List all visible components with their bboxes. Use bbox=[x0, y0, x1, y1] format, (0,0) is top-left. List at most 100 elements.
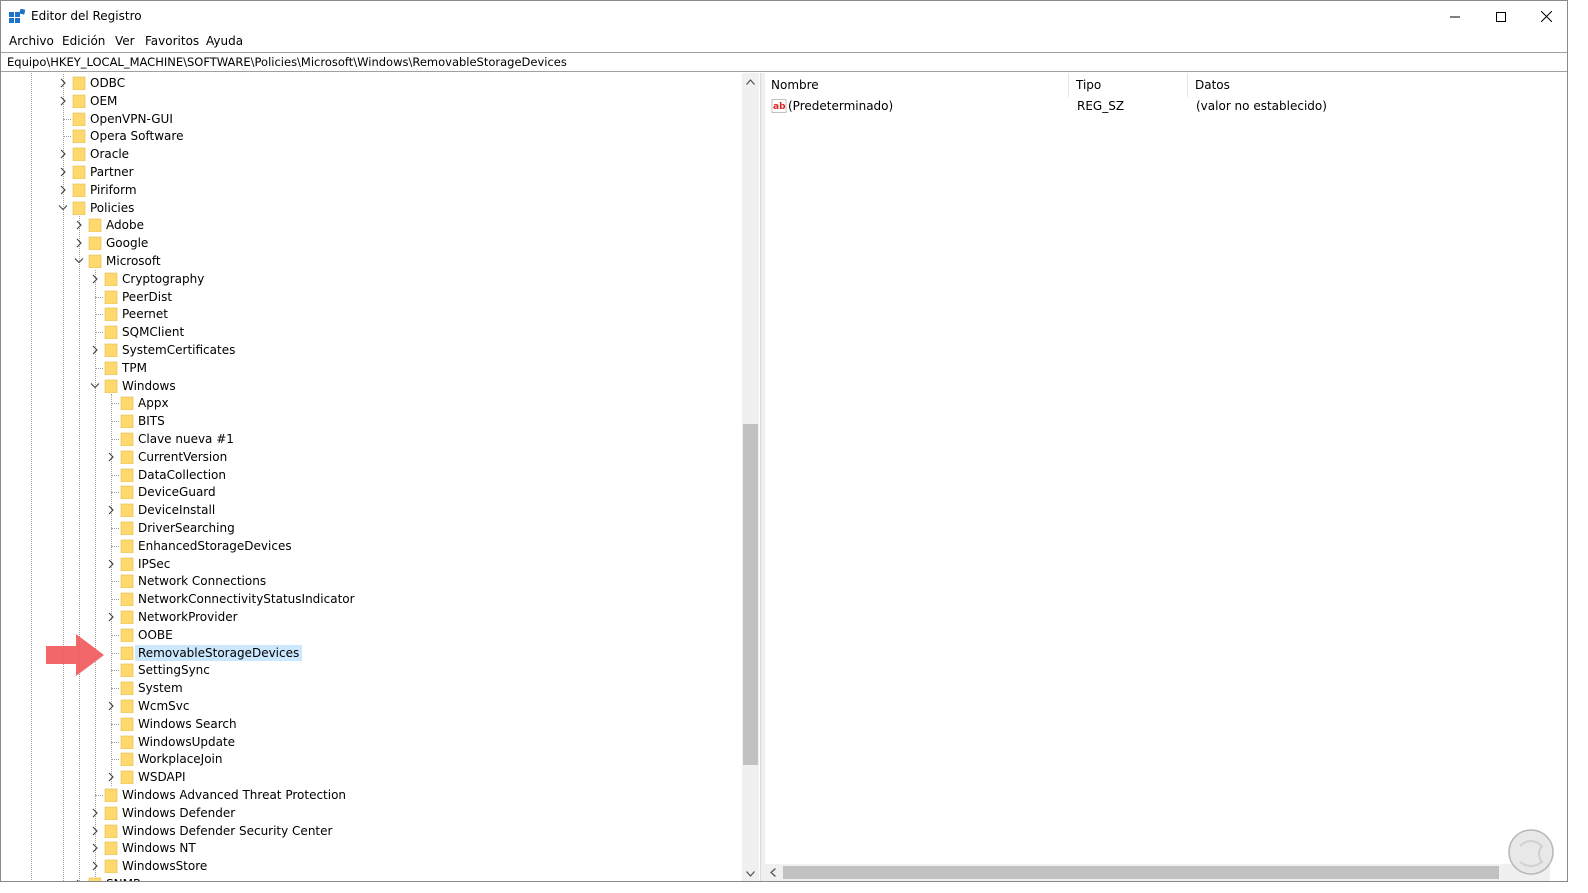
tree-node[interactable]: DeviceInstall bbox=[1, 501, 741, 519]
menu-favoritos[interactable]: Favoritos bbox=[145, 34, 199, 48]
tree-vertical-scrollbar[interactable] bbox=[742, 73, 759, 881]
tree-node-label[interactable]: IPSec bbox=[135, 556, 173, 572]
tree-node[interactable]: WindowsUpdate bbox=[1, 733, 741, 751]
tree-node-label[interactable]: OEM bbox=[87, 93, 120, 109]
scroll-down-button[interactable] bbox=[742, 865, 759, 881]
tree-node-label[interactable]: BITS bbox=[135, 413, 168, 429]
tree-node-label[interactable]: SystemCertificates bbox=[119, 342, 238, 358]
chevron-right-icon[interactable] bbox=[106, 771, 116, 783]
tree-node-label[interactable]: WindowsUpdate bbox=[135, 734, 238, 750]
tree-node[interactable]: DataCollection bbox=[1, 466, 741, 484]
tree-node-label[interactable]: Windows Defender Security Center bbox=[119, 823, 335, 839]
tree-node[interactable]: BITS bbox=[1, 412, 741, 430]
tree-node[interactable]: Windows Defender bbox=[1, 804, 741, 822]
menu-archivo[interactable]: Archivo bbox=[9, 34, 54, 48]
tree-node-label[interactable]: Partner bbox=[87, 164, 137, 180]
tree-node-label[interactable]: DeviceGuard bbox=[135, 484, 219, 500]
tree-node-label[interactable]: Cryptography bbox=[119, 271, 207, 287]
tree-node[interactable]: SQMClient bbox=[1, 323, 741, 341]
column-header-datos[interactable]: Datos bbox=[1189, 73, 1559, 97]
tree-node-label[interactable]: Windows NT bbox=[119, 840, 199, 856]
chevron-right-icon[interactable] bbox=[74, 237, 84, 249]
tree-node[interactable]: TPM bbox=[1, 359, 741, 377]
chevron-right-icon[interactable] bbox=[58, 77, 68, 89]
tree-node[interactable]: NetworkProvider bbox=[1, 608, 741, 626]
tree-node-label[interactable]: WSDAPI bbox=[135, 769, 189, 785]
chevron-down-icon[interactable] bbox=[74, 255, 84, 267]
tree-node[interactable]: DeviceGuard bbox=[1, 483, 741, 501]
tree-node-label[interactable]: OOBE bbox=[135, 627, 176, 643]
tree-node[interactable]: Microsoft bbox=[1, 252, 741, 270]
tree-node[interactable]: Cryptography bbox=[1, 270, 741, 288]
tree-node-label[interactable]: EnhancedStorageDevices bbox=[135, 538, 295, 554]
tree-node-label[interactable]: WcmSvc bbox=[135, 698, 192, 714]
menu-ver[interactable]: Ver bbox=[115, 34, 135, 48]
tree-node[interactable]: Windows NT bbox=[1, 839, 741, 857]
chevron-right-icon[interactable] bbox=[90, 273, 100, 285]
value-name[interactable]: (Predeterminado) bbox=[788, 99, 893, 113]
tree-node-label[interactable]: Google bbox=[103, 235, 151, 251]
tree-node-label-selected[interactable]: RemovableStorageDevices bbox=[135, 644, 303, 661]
tree-node-label[interactable]: CurrentVersion bbox=[135, 449, 230, 465]
tree-node-label[interactable]: SQMClient bbox=[119, 324, 187, 340]
tree-node-label[interactable]: SNMP bbox=[103, 876, 143, 881]
tree-node-label[interactable]: Windows Advanced Threat Protection bbox=[119, 787, 349, 803]
chevron-right-icon[interactable] bbox=[106, 504, 116, 516]
tree-node[interactable]: Policies bbox=[1, 199, 741, 217]
tree-node-label[interactable]: Clave nueva #1 bbox=[135, 431, 237, 447]
tree-node[interactable]: Opera Software bbox=[1, 127, 741, 145]
title-bar[interactable]: Editor del Registro bbox=[1, 1, 1567, 32]
scroll-up-button[interactable] bbox=[742, 73, 759, 90]
tree-node-label[interactable]: Piriform bbox=[87, 182, 140, 198]
tree-node[interactable]: Clave nueva #1 bbox=[1, 430, 741, 448]
chevron-right-icon[interactable] bbox=[58, 166, 68, 178]
tree-node[interactable]: Windows Defender Security Center bbox=[1, 822, 741, 840]
tree-node-label[interactable]: Peernet bbox=[119, 306, 171, 322]
tree-node[interactable]: EnhancedStorageDevices bbox=[1, 537, 741, 555]
tree-node[interactable]: Windows Search bbox=[1, 715, 741, 733]
chevron-right-icon[interactable] bbox=[106, 700, 116, 712]
tree-node-label[interactable]: System bbox=[135, 680, 186, 696]
tree-node[interactable]: OEM bbox=[1, 92, 741, 110]
tree-node-label[interactable]: Policies bbox=[87, 200, 137, 216]
tree-node[interactable]: Oracle bbox=[1, 145, 741, 163]
tree-node[interactable]: WorkplaceJoin bbox=[1, 750, 741, 768]
tree-node-label[interactable]: Oracle bbox=[87, 146, 132, 162]
chevron-right-icon[interactable] bbox=[90, 825, 100, 837]
tree-node-label[interactable]: PeerDist bbox=[119, 289, 175, 305]
tree-node[interactable]: WSDAPI bbox=[1, 768, 741, 786]
tree-node-label[interactable]: Network Connections bbox=[135, 573, 269, 589]
key-tree[interactable]: ODBC OEM OpenVPN-GUI Opera Software Oracle Pa… bbox=[1, 73, 760, 882]
tree-node[interactable]: WcmSvc bbox=[1, 697, 741, 715]
tree-node-label[interactable]: ODBC bbox=[87, 75, 128, 91]
tree-node[interactable]: WindowsStore bbox=[1, 857, 741, 875]
address-bar[interactable]: Equipo\HKEY_LOCAL_MACHINE\SOFTWARE\Polic… bbox=[1, 52, 1567, 72]
chevron-right-icon[interactable] bbox=[74, 878, 84, 882]
tree-node-label[interactable]: Microsoft bbox=[103, 253, 164, 269]
tree-node[interactable]: PeerDist bbox=[1, 288, 741, 306]
tree-node-label[interactable]: OpenVPN-GUI bbox=[87, 111, 176, 127]
tree-node[interactable]: ODBC bbox=[1, 74, 741, 92]
tree-node[interactable]: SettingSync bbox=[1, 661, 741, 679]
chevron-right-icon[interactable] bbox=[106, 611, 116, 623]
tree-node-label[interactable]: DriverSearching bbox=[135, 520, 238, 536]
list-horizontal-scrollbar[interactable] bbox=[765, 864, 1550, 881]
menu-ayuda[interactable]: Ayuda bbox=[206, 34, 243, 48]
tree-node-label[interactable]: Adobe bbox=[103, 217, 147, 233]
chevron-right-icon[interactable] bbox=[58, 184, 68, 196]
column-header-tipo[interactable]: Tipo bbox=[1070, 73, 1188, 97]
tree-node[interactable]: Appx bbox=[1, 394, 741, 412]
tree-node[interactable]: Partner bbox=[1, 163, 741, 181]
tree-node[interactable]: NetworkConnectivityStatusIndicator bbox=[1, 590, 741, 608]
tree-node[interactable]: OOBE bbox=[1, 626, 741, 644]
tree-node-label[interactable]: NetworkProvider bbox=[135, 609, 241, 625]
tree-node-label[interactable]: Windows Search bbox=[135, 716, 240, 732]
tree-node-label[interactable]: Windows bbox=[119, 378, 179, 394]
tree-node[interactable]: OpenVPN-GUI bbox=[1, 110, 741, 128]
tree-node-label[interactable]: DeviceInstall bbox=[135, 502, 218, 518]
column-header-nombre[interactable]: Nombre bbox=[765, 73, 1069, 97]
minimize-button[interactable] bbox=[1432, 1, 1478, 32]
tree-node[interactable]: Windows Advanced Threat Protection bbox=[1, 786, 741, 804]
chevron-right-icon[interactable] bbox=[90, 842, 100, 854]
tree-node-label[interactable]: DataCollection bbox=[135, 467, 229, 483]
